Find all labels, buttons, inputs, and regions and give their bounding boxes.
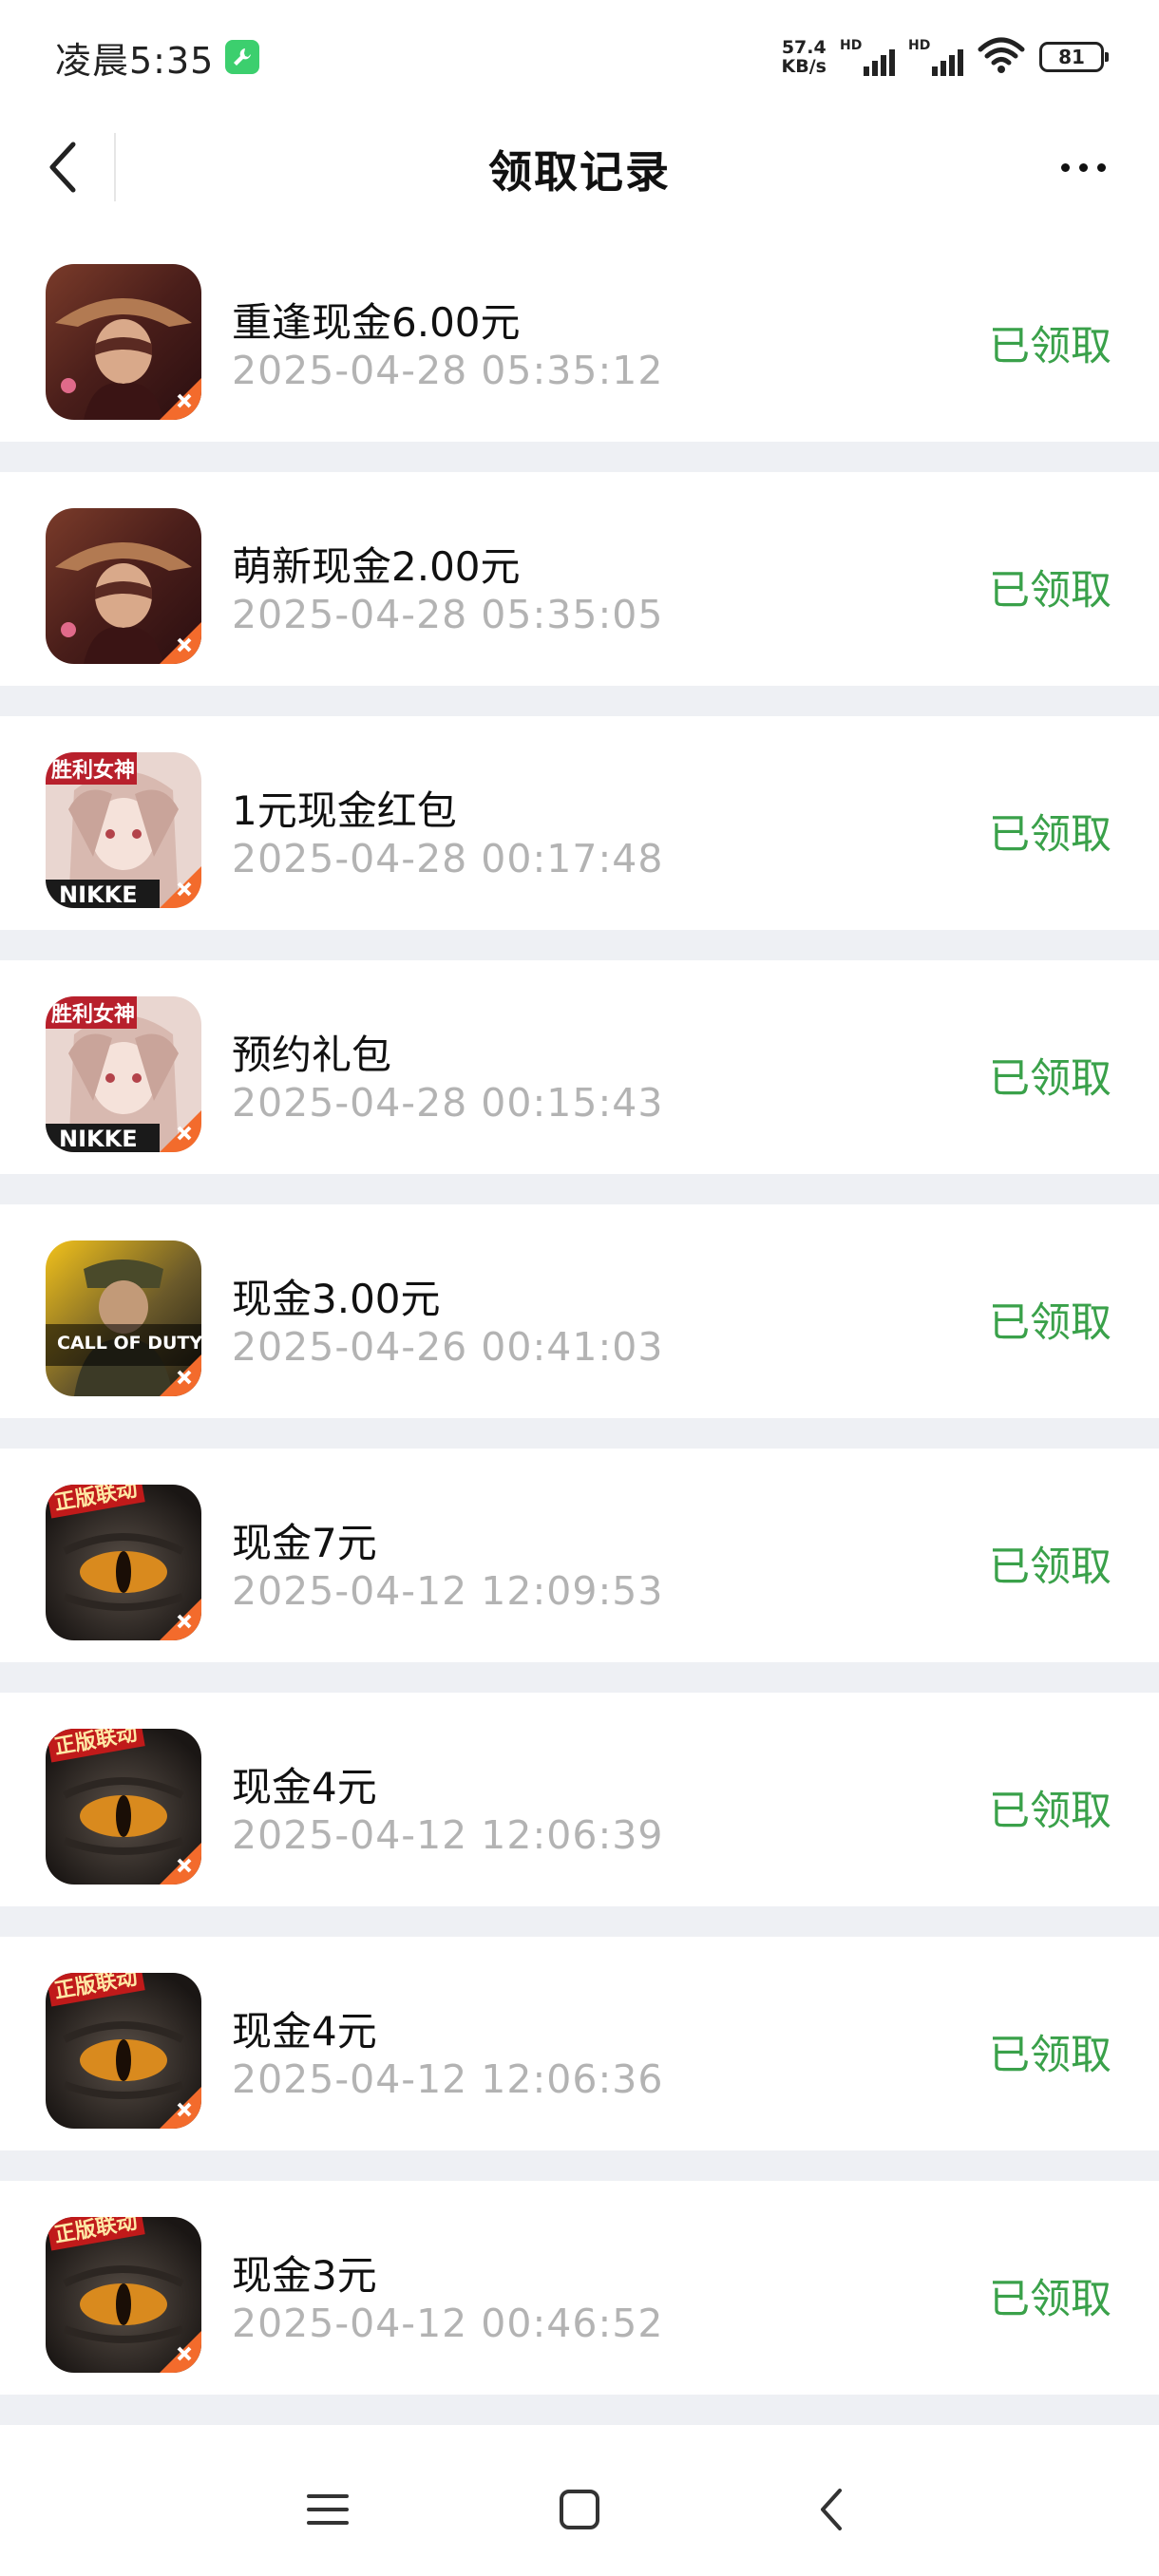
list-item[interactable]: 胜利女神 NIKKE 1元现金红包 2025-04-28 00:17:48 已领… — [0, 716, 1159, 930]
status-badge: 已领取 — [989, 1788, 1112, 1835]
game-icon-dragon-eye: 正版联动 — [46, 2217, 201, 2373]
divider — [0, 1418, 1159, 1449]
game-icon-hat-warrior — [46, 508, 201, 664]
record-time: 2025-04-12 12:06:36 — [232, 2056, 664, 2102]
game-icon-nikke: 胜利女神 NIKKE — [46, 752, 201, 908]
icon-text-top: 胜利女神 — [51, 758, 135, 783]
game-icon-dragon-eye: 正版联动 — [46, 1973, 201, 2129]
icon-text-bottom: NIKKE — [59, 1126, 138, 1152]
list-item[interactable]: 正版联动 现金3元 2025-04-12 00:46:52 已领取 — [0, 2181, 1159, 2395]
network-speed-value: 57.4 — [781, 37, 826, 58]
list-item[interactable]: 正版联动 现金4元 2025-04-12 12:06:39 已领取 — [0, 1693, 1159, 1906]
status-bar: 凌晨5:35 57.4 KB/s HD HD 81 — [0, 0, 1159, 114]
status-badge: 已领取 — [989, 1299, 1112, 1347]
system-back-button[interactable] — [793, 2472, 869, 2548]
record-time: 2025-04-28 05:35:12 — [232, 348, 664, 393]
claim-records-page: 凌晨5:35 57.4 KB/s HD HD 81 领取记录 重逢现金6.00元… — [0, 0, 1159, 2576]
record-title: 重逢现金6.00元 — [232, 299, 521, 346]
signal-hd-label: HD — [840, 38, 863, 53]
game-icon-hat-warrior — [46, 264, 201, 420]
signal-icon-1: HD — [840, 38, 895, 76]
game-icon-dragon-eye: 正版联动 — [46, 1729, 201, 1885]
signal-icon-2: HD — [908, 38, 963, 76]
more-options-button[interactable] — [1045, 141, 1121, 194]
divider — [0, 2395, 1159, 2425]
status-badge: 已领取 — [989, 567, 1112, 615]
status-badge: 已领取 — [989, 1055, 1112, 1103]
record-title: 现金4元 — [232, 2008, 377, 2055]
status-badge: 已领取 — [989, 323, 1112, 370]
wifi-icon — [977, 36, 1026, 78]
home-icon — [560, 2490, 599, 2529]
back-button[interactable] — [34, 137, 91, 198]
list-item[interactable]: 正版联动 现金4元 2025-04-12 12:06:36 已领取 — [0, 1937, 1159, 2150]
game-icon-dragon-eye: 正版联动 — [46, 1485, 201, 1640]
record-title: 预约礼包 — [232, 1032, 392, 1078]
divider — [0, 686, 1159, 716]
record-time: 2025-04-12 12:09:53 — [232, 1568, 664, 1614]
record-title: 现金3元 — [232, 2252, 377, 2299]
signal-hd-label: HD — [908, 38, 931, 53]
record-time: 2025-04-26 00:41:03 — [232, 1324, 664, 1370]
record-time: 2025-04-12 00:46:52 — [232, 2301, 664, 2346]
page-title: 领取记录 — [488, 145, 671, 198]
divider — [0, 442, 1159, 472]
status-badge: 已领取 — [989, 2032, 1112, 2079]
menu-icon — [307, 2494, 349, 2525]
divider — [0, 1174, 1159, 1204]
battery-icon: 81 — [1039, 42, 1109, 72]
game-icon-call-of-duty: CALL OF DUTY — [46, 1241, 201, 1396]
record-time: 2025-04-28 00:17:48 — [232, 836, 664, 881]
record-title: 1元现金红包 — [232, 787, 457, 834]
icon-text-top: 胜利女神 — [51, 1002, 135, 1027]
home-button[interactable] — [542, 2472, 618, 2548]
recent-apps-button[interactable] — [290, 2472, 366, 2548]
record-title: 现金3.00元 — [232, 1276, 441, 1322]
divider — [0, 2150, 1159, 2181]
chevron-left-icon — [49, 142, 76, 193]
status-badge: 已领取 — [989, 1544, 1112, 1591]
game-icon-nikke: 胜利女神 NIKKE — [46, 996, 201, 1152]
list-item[interactable]: 重逢现金6.00元 2025-04-28 05:35:12 已领取 — [0, 228, 1159, 442]
list-item[interactable]: 胜利女神 NIKKE 预约礼包 2025-04-28 00:15:43 已领取 — [0, 960, 1159, 1174]
header-divider — [114, 133, 116, 201]
record-time: 2025-04-28 00:15:43 — [232, 1080, 664, 1126]
navigation-header: 领取记录 — [0, 114, 1159, 223]
status-time: 凌晨5:35 — [55, 39, 215, 82]
more-dot-icon — [1078, 162, 1088, 172]
icon-text-bottom: NIKKE — [59, 881, 138, 908]
list-item[interactable]: CALL OF DUTY 现金3.00元 2025-04-26 00:41:03… — [0, 1204, 1159, 1418]
more-dot-icon — [1060, 162, 1070, 172]
record-time: 2025-04-28 05:35:05 — [232, 592, 664, 637]
divider — [0, 1906, 1159, 1937]
record-title: 现金7元 — [232, 1520, 377, 1566]
divider — [0, 930, 1159, 960]
battery-level: 81 — [1058, 46, 1085, 68]
icon-text-cod: CALL OF DUTY — [57, 1333, 201, 1354]
status-indicators: 57.4 KB/s HD HD 81 — [782, 36, 1109, 78]
status-badge: 已领取 — [989, 2276, 1112, 2323]
record-title: 现金4元 — [232, 1764, 377, 1810]
list-item[interactable]: 萌新现金2.00元 2025-04-28 05:35:05 已领取 — [0, 472, 1159, 686]
record-time: 2025-04-12 12:06:39 — [232, 1812, 664, 1858]
divider — [0, 1662, 1159, 1693]
record-title: 萌新现金2.00元 — [232, 543, 521, 590]
list-item[interactable]: 正版联动 现金7元 2025-04-12 12:09:53 已领取 — [0, 1449, 1159, 1662]
network-speed: 57.4 KB/s — [782, 38, 826, 76]
network-speed-unit: KB/s — [781, 56, 826, 77]
chevron-left-icon — [821, 2489, 842, 2530]
system-navigation-bar — [0, 2434, 1159, 2576]
wrench-icon — [225, 40, 260, 74]
status-badge: 已领取 — [989, 811, 1112, 859]
more-dot-icon — [1096, 162, 1106, 172]
